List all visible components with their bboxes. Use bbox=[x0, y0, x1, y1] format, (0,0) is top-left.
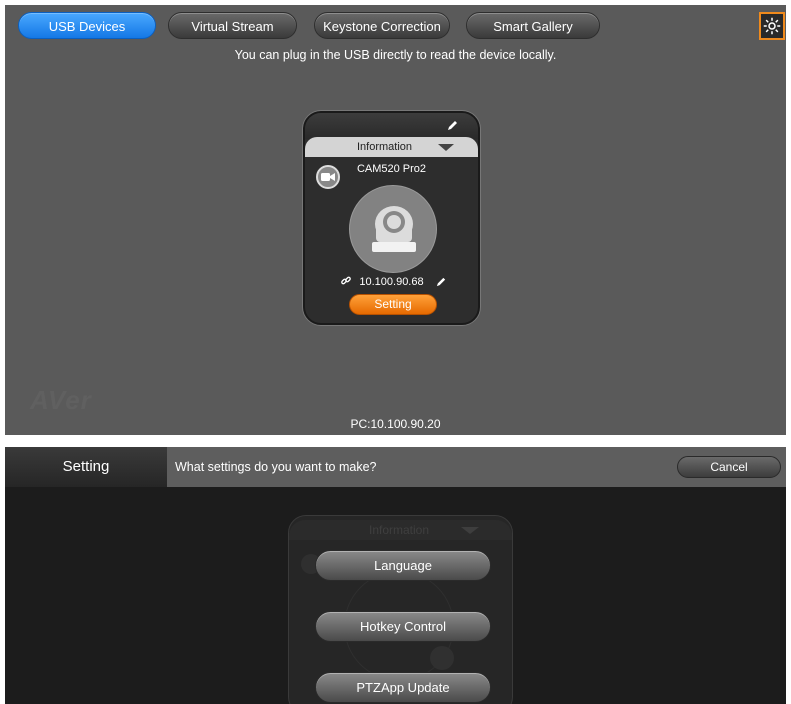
setting-header-bar: Setting What settings do you want to mak… bbox=[5, 447, 786, 487]
hotkey-control-button[interactable]: Hotkey Control bbox=[315, 611, 491, 642]
tab-smart-gallery[interactable]: Smart Gallery bbox=[466, 12, 600, 39]
setting-button[interactable]: Setting bbox=[349, 294, 437, 315]
pc-address: PC:10.100.90.20 bbox=[350, 417, 441, 431]
chevron-down-icon bbox=[438, 144, 454, 151]
device-name: CAM520 Pro2 bbox=[356, 163, 427, 175]
dimmed-ptz-icon bbox=[430, 646, 454, 670]
cancel-button[interactable]: Cancel bbox=[677, 456, 781, 478]
ptz-camera-icon bbox=[349, 185, 437, 273]
device-ip: 10.100.90.68 bbox=[359, 276, 424, 288]
edit-ip-icon[interactable] bbox=[436, 276, 447, 290]
usb-devices-panel: USB Devices Virtual Stream Keystone Corr… bbox=[5, 5, 786, 435]
setting-menu-panel: Setting What settings do you want to mak… bbox=[5, 447, 786, 704]
link-icon bbox=[341, 276, 351, 289]
setting-title: Setting bbox=[5, 447, 167, 487]
gear-icon[interactable] bbox=[759, 12, 785, 40]
usb-hint-text: You can plug in the USB directly to read… bbox=[234, 48, 557, 62]
chevron-down-icon bbox=[461, 527, 479, 534]
device-ip-row: 10.100.90.68 bbox=[305, 276, 478, 290]
information-dropdown-label: Information bbox=[357, 141, 413, 153]
tab-virtual-stream[interactable]: Virtual Stream bbox=[168, 12, 297, 39]
ptzapp-update-button[interactable]: PTZApp Update bbox=[315, 672, 491, 703]
language-button[interactable]: Language bbox=[315, 550, 491, 581]
tab-keystone-correction[interactable]: Keystone Correction bbox=[314, 12, 450, 39]
device-card: Information CAM520 Pro2 10.100.90.68 Set… bbox=[303, 111, 480, 325]
aver-logo: AVer bbox=[30, 385, 92, 415]
edit-icon[interactable] bbox=[447, 118, 459, 136]
information-dropdown[interactable]: Information bbox=[305, 137, 478, 157]
dimmed-information-label: Information bbox=[369, 523, 430, 537]
tab-usb-devices[interactable]: USB Devices bbox=[18, 12, 156, 39]
setting-question: What settings do you want to make? bbox=[175, 460, 377, 474]
dimmed-information-dropdown: Information bbox=[289, 520, 512, 540]
